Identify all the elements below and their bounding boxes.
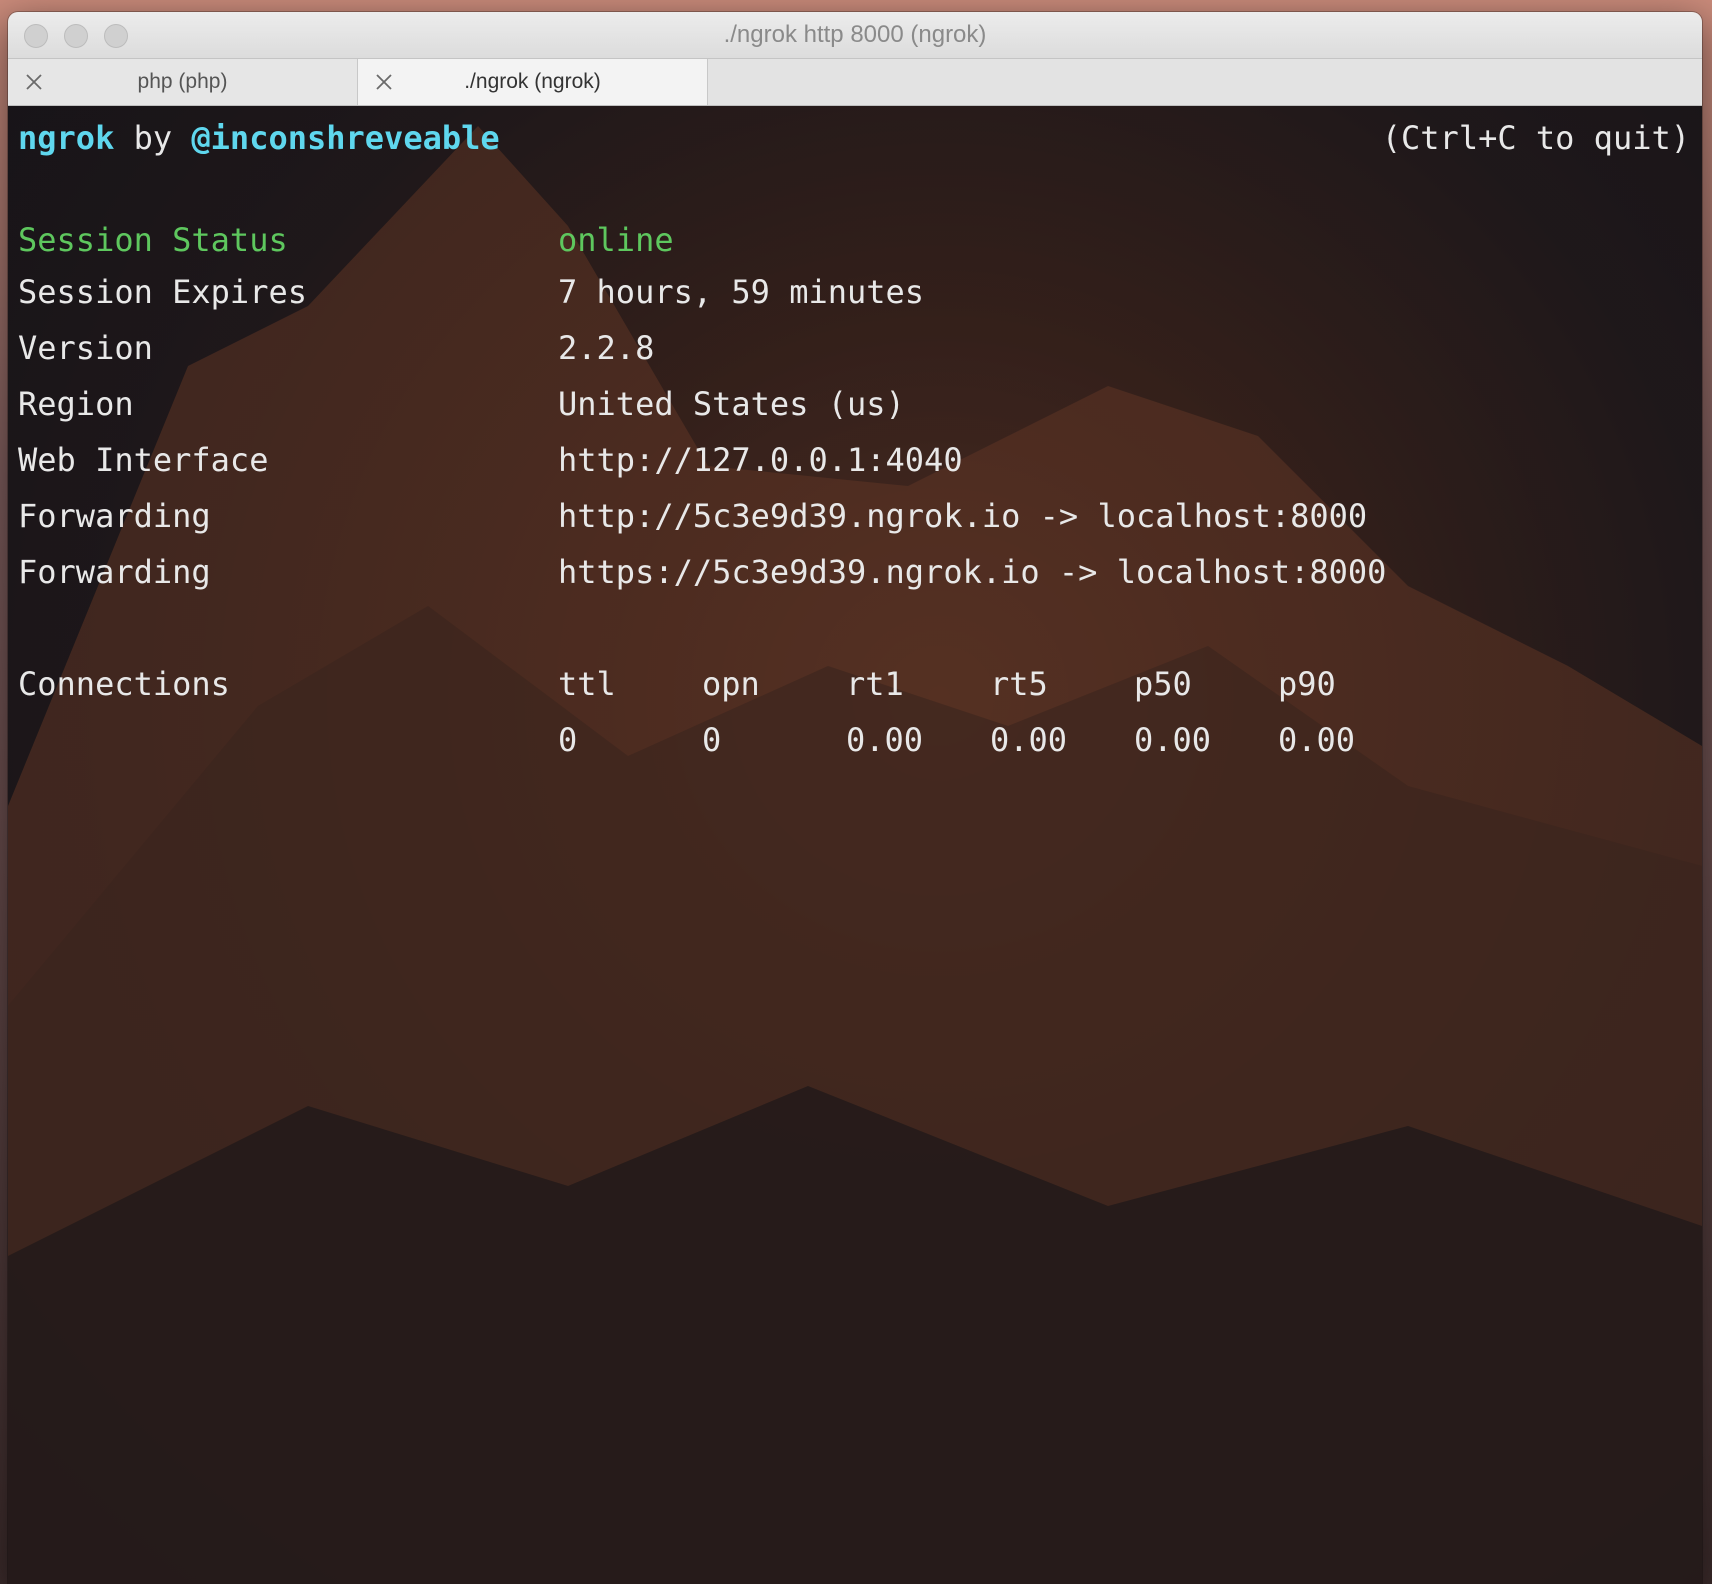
conn-value: 0: [558, 721, 578, 759]
row-value: United States (us): [558, 385, 905, 423]
conn-value: 0.00: [846, 721, 924, 759]
app-name: ngrok: [18, 119, 115, 157]
terminal-text: ngrok by @inconshreveable (Ctrl+C to qui…: [8, 106, 1702, 1584]
conn-value: 0: [702, 721, 722, 759]
row-value: 7 hours, 59 minutes: [558, 273, 925, 311]
conn-header: rt5: [990, 665, 1048, 703]
row-key: Region: [18, 385, 134, 423]
row-key: Version: [18, 329, 153, 367]
quit-hint: (Ctrl+C to quit): [1381, 119, 1690, 157]
row-key: Web Interface: [18, 441, 269, 479]
conn-value: 0.00: [1278, 721, 1356, 759]
row-key: Forwarding: [18, 553, 211, 591]
forwarding-http-url[interactable]: http://5c3e9d39.ngrok.io -> localhost:80…: [558, 496, 1367, 536]
conn-value: 0.00: [990, 721, 1068, 759]
row-key: Session Status: [18, 221, 288, 259]
author-handle: @inconshreveable: [191, 119, 500, 157]
status-value: online: [558, 221, 674, 259]
web-interface-url[interactable]: http://127.0.0.1:4040: [558, 440, 963, 480]
tab-bar: php (php) ./ngrok (ngrok): [8, 59, 1702, 106]
title-bar[interactable]: ./ngrok http 8000 (ngrok): [8, 12, 1702, 59]
conn-header: opn: [702, 665, 760, 703]
tab-label: ./ngrok (ngrok): [464, 70, 601, 93]
connections-label: Connections: [18, 665, 230, 703]
conn-header: p90: [1278, 665, 1336, 703]
by-text: by: [133, 119, 173, 157]
conn-header: rt1: [846, 665, 904, 703]
conn-value: 0.00: [1134, 721, 1212, 759]
row-key: Session Expires: [18, 273, 307, 311]
header-line: ngrok by @inconshreveable: [18, 118, 500, 158]
tab-label: php (php): [137, 70, 228, 93]
conn-header: p50: [1134, 665, 1192, 703]
conn-header: ttl: [558, 665, 616, 703]
terminal-window: ./ngrok http 8000 (ngrok) php (php) ./ng…: [8, 12, 1702, 1584]
tab-php[interactable]: php (php): [8, 59, 358, 105]
terminal-output[interactable]: ngrok by @inconshreveable (Ctrl+C to qui…: [8, 106, 1702, 1584]
row-value: 2.2.8: [558, 329, 655, 367]
window-title: ./ngrok http 8000 (ngrok): [723, 21, 987, 48]
forwarding-https-url[interactable]: https://5c3e9d39.ngrok.io -> localhost:8…: [558, 552, 1386, 592]
tab-ngrok[interactable]: ./ngrok (ngrok): [358, 59, 708, 105]
row-key: Forwarding: [18, 497, 211, 535]
